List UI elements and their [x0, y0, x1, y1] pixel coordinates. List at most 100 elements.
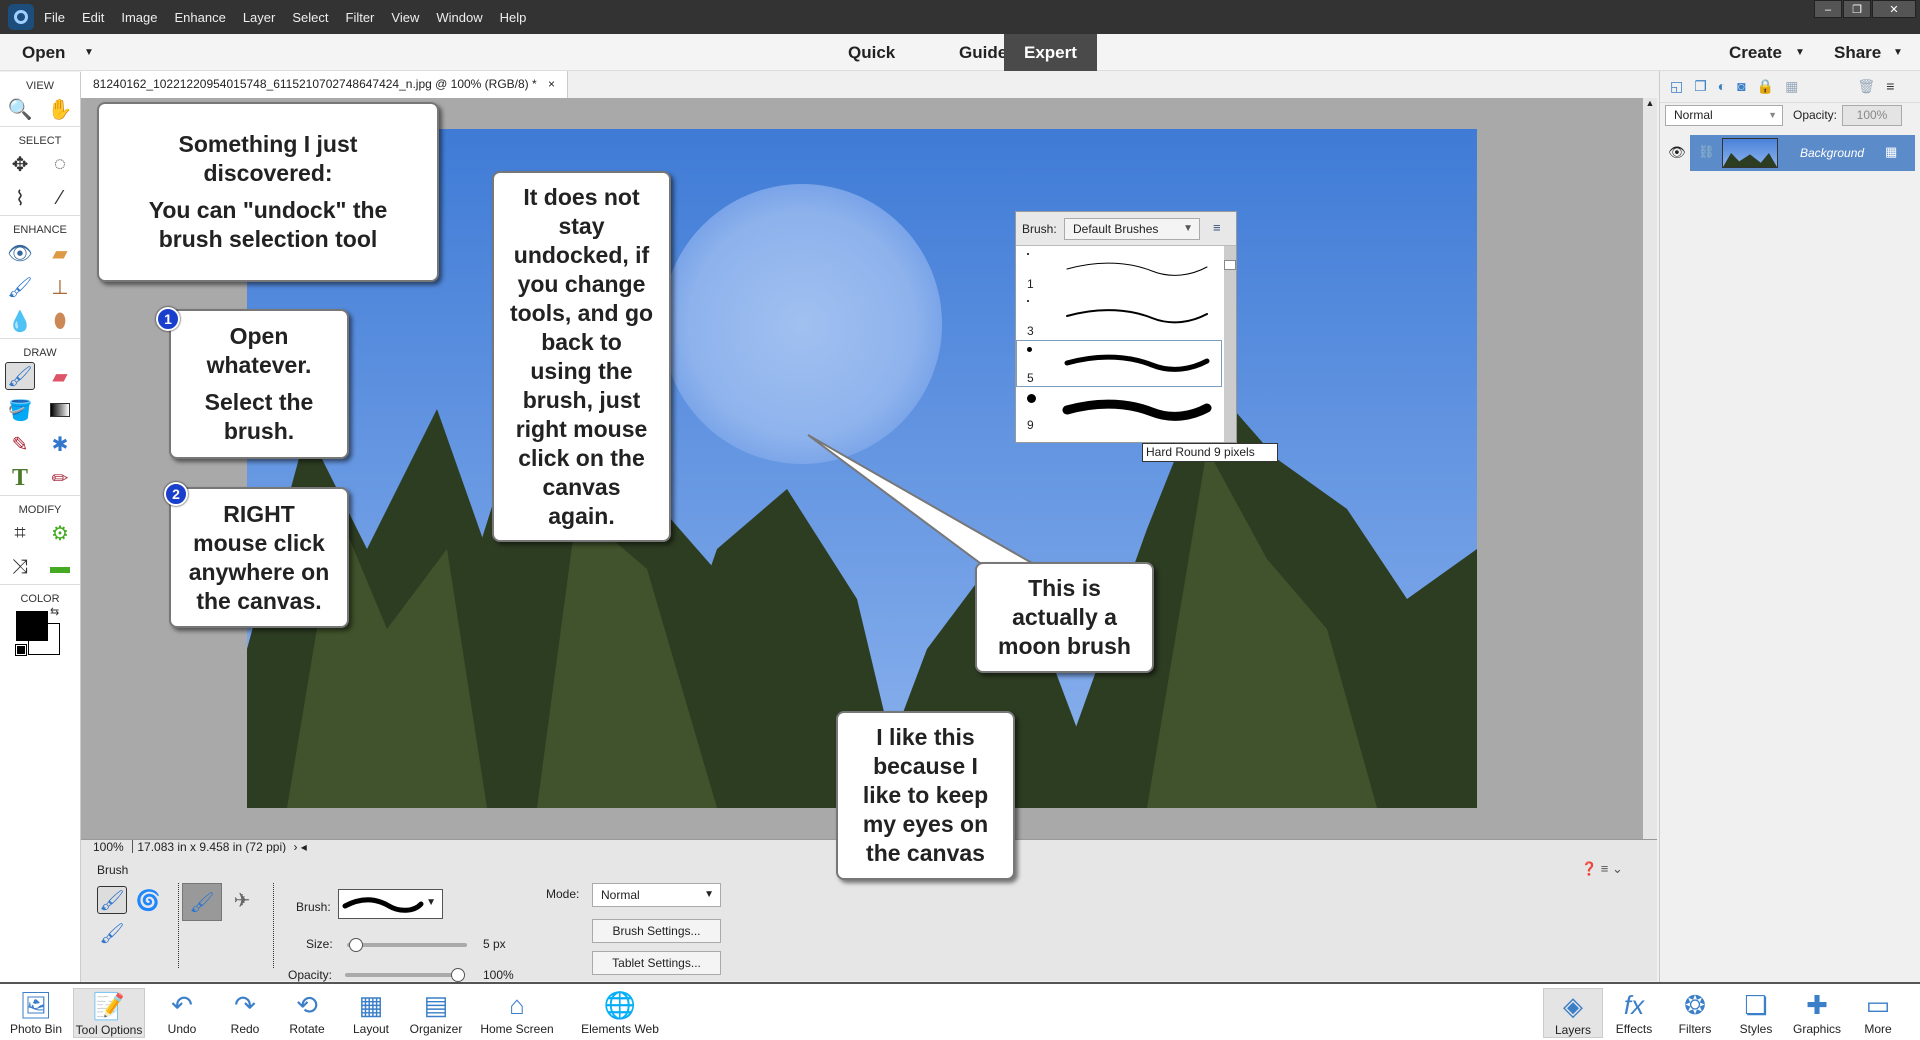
- brush-set-dropdown-icon[interactable]: ▼: [1183, 219, 1193, 239]
- healing-brush-tool-icon[interactable]: ▰: [45, 239, 75, 267]
- brush-tool-option-icon[interactable]: 🖌: [182, 883, 222, 921]
- brush-panel-menu-icon[interactable]: ≡: [1213, 220, 1221, 235]
- mode-dropdown-icon[interactable]: ▼: [704, 884, 714, 906]
- opacity-slider[interactable]: [345, 968, 465, 982]
- taskbar-tool-options-button[interactable]: 📝 Tool Options: [73, 988, 145, 1038]
- layer-opacity-field[interactable]: 100%: [1842, 105, 1902, 126]
- layer-row-background[interactable]: 👁 ⛓ Background ▦: [1660, 135, 1915, 171]
- brush-settings-button[interactable]: Brush Settings...: [592, 919, 721, 943]
- magic-wand-tool-icon[interactable]: ⁄: [45, 184, 75, 212]
- lock-transparency-icon[interactable]: ▦: [1785, 78, 1798, 95]
- taskbar-filters-button[interactable]: ❂ Filters: [1665, 988, 1725, 1036]
- mode-select[interactable]: Normal ▼: [592, 883, 721, 907]
- brush-list-scrollbar[interactable]: [1224, 246, 1236, 442]
- size-slider[interactable]: [347, 938, 467, 952]
- adjustment-layer-icon[interactable]: ◐: [1718, 78, 1726, 95]
- smart-brush-tool-icon[interactable]: 🖌: [5, 273, 35, 301]
- taskbar-plus-button[interactable]: ✚ Graphics: [1787, 988, 1847, 1036]
- brush-mode-icon[interactable]: 🖌: [97, 886, 127, 914]
- marquee-tool-icon[interactable]: ◌: [45, 150, 75, 178]
- pencil-tool-icon[interactable]: ✏: [45, 464, 75, 492]
- brush-picker[interactable]: ▼: [338, 889, 443, 919]
- tab-expert[interactable]: Expert: [1004, 34, 1097, 71]
- taskbar-layout-button[interactable]: ▦ Layout: [335, 988, 407, 1036]
- default-colors-icon[interactable]: [15, 644, 27, 656]
- airbrush-icon[interactable]: ✈: [227, 886, 257, 914]
- close-button[interactable]: ✕: [1872, 0, 1916, 18]
- eraser-tool-icon[interactable]: ▰: [45, 362, 75, 390]
- delete-layer-icon[interactable]: 🗑: [1857, 78, 1875, 95]
- share-button[interactable]: Share: [1820, 34, 1895, 71]
- blend-mode-select[interactable]: Normal ▼: [1665, 105, 1783, 126]
- menu-file[interactable]: File: [44, 10, 65, 25]
- taskbar-globe-button[interactable]: 🌐 Elements Web: [575, 988, 665, 1036]
- taskbar-more-button[interactable]: ▭ More: [1848, 988, 1908, 1036]
- create-dropdown-icon[interactable]: ▼: [1795, 47, 1805, 58]
- document-tab[interactable]: 81240162_10221220954015748_6115210702748…: [81, 71, 569, 98]
- open-dropdown-icon[interactable]: ▼: [84, 47, 94, 58]
- create-button[interactable]: Create: [1715, 34, 1796, 71]
- share-dropdown-icon[interactable]: ▼: [1893, 47, 1903, 58]
- minimize-button[interactable]: –: [1814, 0, 1842, 18]
- taskbar-fx-button[interactable]: fx Effects: [1604, 988, 1664, 1036]
- brush-picker-dropdown-icon[interactable]: ▼: [426, 897, 436, 908]
- crop-tool-icon[interactable]: ⌗: [5, 519, 35, 547]
- brush-preset-item[interactable]: 3: [1016, 293, 1222, 340]
- menu-window[interactable]: Window: [436, 10, 482, 25]
- content-aware-move-tool-icon[interactable]: ⤨: [5, 553, 35, 581]
- document-close-icon[interactable]: ×: [548, 77, 555, 91]
- straighten-tool-icon[interactable]: ▬: [45, 553, 75, 581]
- tablet-settings-button[interactable]: Tablet Settings...: [592, 951, 721, 975]
- layer-mask-icon[interactable]: ◙: [1737, 78, 1745, 95]
- clone-stamp-tool-icon[interactable]: ⊥: [45, 273, 75, 301]
- new-layer-icon[interactable]: ◱: [1670, 78, 1683, 95]
- status-arrow-icon[interactable]: › ◂: [293, 840, 306, 854]
- foreground-color-swatch[interactable]: [16, 611, 48, 641]
- restore-button[interactable]: ❐: [1843, 0, 1871, 18]
- menu-image[interactable]: Image: [121, 10, 157, 25]
- brush-preset-item[interactable]: 9: [1016, 387, 1222, 434]
- red-eye-tool-icon[interactable]: 👁: [5, 239, 35, 267]
- move-tool-icon[interactable]: ✥: [5, 150, 35, 178]
- scroll-up-icon[interactable]: ▲: [1643, 98, 1657, 108]
- taskbar-home-button[interactable]: ⌂ Home Screen: [472, 988, 562, 1036]
- gradient-tool-icon[interactable]: [45, 396, 75, 424]
- hand-tool-icon[interactable]: ✋: [45, 95, 75, 123]
- menu-layer[interactable]: Layer: [243, 10, 276, 25]
- swap-colors-icon[interactable]: ⇆: [50, 605, 59, 618]
- menu-enhance[interactable]: Enhance: [175, 10, 226, 25]
- type-tool-icon[interactable]: T: [5, 464, 35, 492]
- brush-preset-item[interactable]: 5: [1016, 340, 1222, 387]
- tab-quick[interactable]: Quick: [834, 34, 909, 71]
- blur-tool-icon[interactable]: 💧: [5, 307, 35, 335]
- brush-set-select[interactable]: Default Brushes ▼: [1064, 218, 1200, 240]
- eyedropper-tool-icon[interactable]: ✎: [5, 430, 35, 458]
- vertical-scrollbar[interactable]: ▲: [1643, 98, 1657, 839]
- open-button[interactable]: Open: [8, 34, 79, 71]
- lock-all-icon[interactable]: 🔒: [1757, 78, 1774, 95]
- taskbar-rotate-button[interactable]: ⟲ Rotate: [271, 988, 343, 1036]
- opacity-slider-knob[interactable]: [451, 968, 465, 982]
- new-group-icon[interactable]: ❐: [1694, 78, 1707, 95]
- zoom-tool-icon[interactable]: 🔍: [5, 95, 35, 123]
- impressionist-brush-icon[interactable]: 🌀: [133, 886, 163, 914]
- brush-panel-header[interactable]: Brush: Default Brushes ▼ ≡: [1016, 212, 1236, 246]
- custom-shape-tool-icon[interactable]: ✱: [45, 430, 75, 458]
- menu-view[interactable]: View: [391, 10, 419, 25]
- brush-preset-item[interactable]: 1: [1016, 246, 1222, 293]
- taskbar-undo-button[interactable]: ↶ Undo: [146, 988, 218, 1036]
- visibility-eye-icon[interactable]: 👁: [1668, 144, 1686, 161]
- taskbar-photo-bin-button[interactable]: 🖼 Photo Bin: [0, 988, 72, 1036]
- recompose-tool-icon[interactable]: ⚙: [45, 519, 75, 547]
- color-replacement-brush-icon[interactable]: 🖌: [97, 919, 127, 947]
- sponge-tool-icon[interactable]: ⬮: [45, 307, 75, 335]
- help-icon[interactable]: ❓ ≡ ⌄: [1581, 861, 1623, 877]
- menu-help[interactable]: Help: [500, 10, 527, 25]
- taskbar-organizer-button[interactable]: ▤ Organizer: [400, 988, 472, 1036]
- taskbar-styles-button[interactable]: ❏ Styles: [1726, 988, 1786, 1036]
- panel-menu-icon[interactable]: ≡: [1886, 78, 1894, 95]
- taskbar-layers-button[interactable]: ◈ Layers: [1543, 988, 1603, 1038]
- menu-select[interactable]: Select: [292, 10, 328, 25]
- size-slider-knob[interactable]: [349, 938, 364, 952]
- lasso-tool-icon[interactable]: ⌇: [5, 184, 35, 212]
